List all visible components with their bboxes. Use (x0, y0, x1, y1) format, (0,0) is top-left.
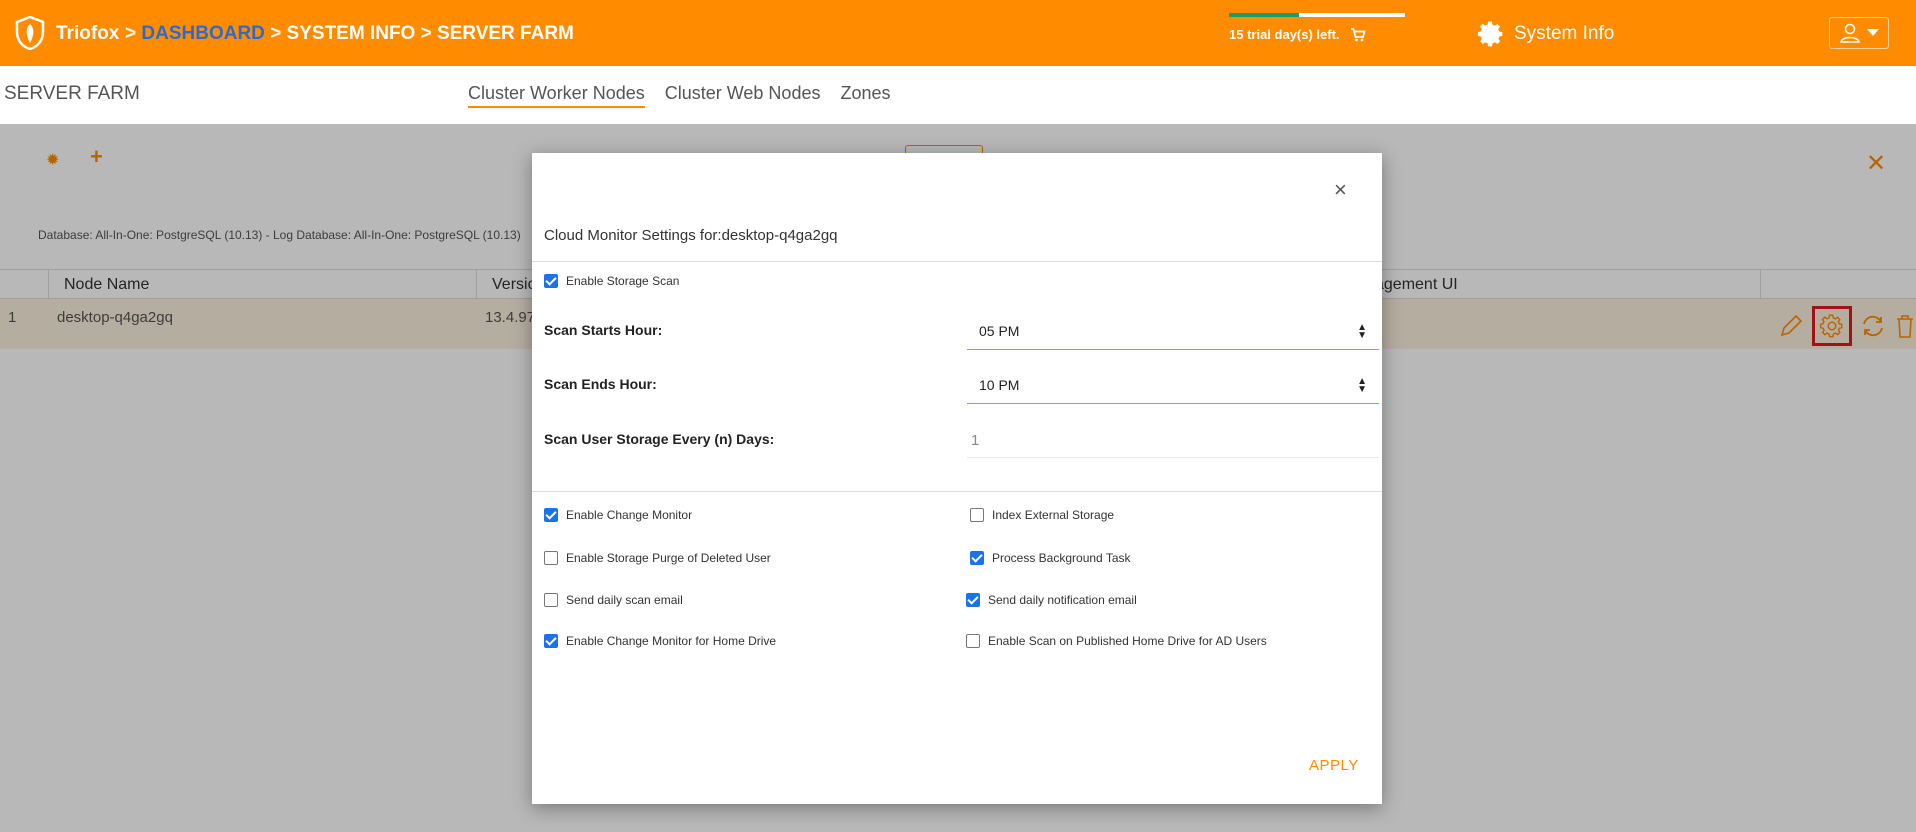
trial-days-text: 15 trial day(s) left. (1229, 27, 1340, 42)
checkbox-unchecked[interactable] (966, 634, 980, 648)
cart-icon[interactable] (1350, 27, 1366, 42)
enable-change-monitor-checkbox[interactable]: Enable Change Monitor (544, 508, 692, 522)
checkbox-label: Enable Storage Purge of Deleted User (566, 551, 771, 565)
checkbox-checked[interactable] (544, 274, 558, 288)
cloud-monitor-settings-dialog: × Cloud Monitor Settings for:desktop-q4g… (532, 153, 1382, 804)
trial-progress-fill (1229, 13, 1300, 17)
close-dialog-button[interactable]: × (1334, 177, 1347, 203)
scan-starts-value: 05 PM (979, 323, 1020, 339)
checkbox-unchecked[interactable] (970, 508, 984, 522)
scan-days-input[interactable]: 1 (967, 420, 1379, 458)
checkbox-unchecked[interactable] (544, 593, 558, 607)
home-drive-change-monitor-checkbox[interactable]: Enable Change Monitor for Home Drive (544, 634, 776, 648)
system-info-label: System Info (1514, 23, 1615, 44)
checkbox-label: Enable Change Monitor for Home Drive (566, 634, 777, 648)
select-arrows-icon: ▲ ▼ (1357, 322, 1367, 341)
system-info-menu[interactable]: System Info (1476, 19, 1614, 49)
scan-days-label: Scan User Storage Every (n) Days: (544, 431, 775, 447)
checkbox-checked[interactable] (970, 551, 984, 565)
apply-button[interactable]: APPLY (1309, 757, 1359, 774)
sub-header: SERVER FARM Cluster Worker Nodes Cluster… (0, 66, 1916, 124)
scan-ends-select[interactable]: 10 PM ▲ ▼ (967, 366, 1379, 404)
gear-icon (1477, 21, 1503, 47)
enable-storage-scan-checkbox[interactable]: Enable Storage Scan (544, 274, 679, 288)
dialog-title: Cloud Monitor Settings for:desktop-q4ga2… (544, 227, 838, 244)
tab-cluster-worker-nodes[interactable]: Cluster Worker Nodes (468, 83, 645, 108)
trial-progress-bar (1229, 13, 1405, 17)
checkbox-label: Enable Scan on Published Home Drive for … (988, 634, 1267, 648)
user-menu-button[interactable] (1829, 17, 1889, 49)
tab-cluster-web-nodes[interactable]: Cluster Web Nodes (665, 83, 821, 108)
checkbox-checked[interactable] (544, 508, 558, 522)
breadcrumb-dashboard-link[interactable]: DASHBOARD (141, 23, 265, 44)
index-external-storage-checkbox[interactable]: Index External Storage (970, 508, 1114, 522)
chevron-down-icon (1867, 29, 1879, 36)
checkbox-label: Enable Storage Scan (566, 274, 680, 288)
tab-zones[interactable]: Zones (840, 83, 890, 108)
tab-bar: Cluster Worker Nodes Cluster Web Nodes Z… (468, 83, 891, 108)
checkbox-label: Index External Storage (992, 508, 1115, 522)
send-daily-notification-email-checkbox[interactable]: Send daily notification email (966, 593, 1137, 607)
user-icon (1840, 23, 1860, 43)
breadcrumb-current: > SYSTEM INFO > SERVER FARM (270, 23, 574, 44)
checkbox-checked[interactable] (966, 593, 980, 607)
trial-indicator: 15 trial day(s) left. (1229, 13, 1405, 42)
send-daily-scan-email-checkbox[interactable]: Send daily scan email (544, 593, 683, 607)
divider (532, 261, 1382, 262)
checkbox-label: Send daily scan email (566, 593, 683, 607)
checkbox-checked[interactable] (544, 634, 558, 648)
checkbox-label: Enable Change Monitor (566, 508, 693, 522)
checkbox-label: Send daily notification email (988, 593, 1137, 607)
triofox-logo-icon[interactable] (14, 16, 46, 50)
select-arrows-icon: ▲ ▼ (1357, 376, 1367, 395)
divider (532, 491, 1382, 492)
breadcrumb-separator: > (125, 23, 137, 44)
published-home-drive-scan-checkbox[interactable]: Enable Scan on Published Home Drive for … (966, 634, 1267, 648)
scan-starts-select[interactable]: 05 PM ▲ ▼ (967, 312, 1379, 350)
brand-name[interactable]: Triofox (56, 23, 119, 45)
scan-starts-label: Scan Starts Hour: (544, 322, 663, 338)
scan-ends-label: Scan Ends Hour: (544, 376, 657, 392)
scan-ends-value: 10 PM (979, 377, 1020, 393)
checkbox-label: Process Background Task (992, 551, 1131, 565)
enable-storage-purge-checkbox[interactable]: Enable Storage Purge of Deleted User (544, 551, 771, 565)
page-title: SERVER FARM (4, 83, 140, 104)
top-bar: Triofox > DASHBOARD > SYSTEM INFO > SERV… (0, 0, 1916, 66)
process-background-task-checkbox[interactable]: Process Background Task (970, 551, 1131, 565)
breadcrumb: > DASHBOARD > SYSTEM INFO > SERVER FARM (125, 23, 574, 45)
checkbox-unchecked[interactable] (544, 551, 558, 565)
